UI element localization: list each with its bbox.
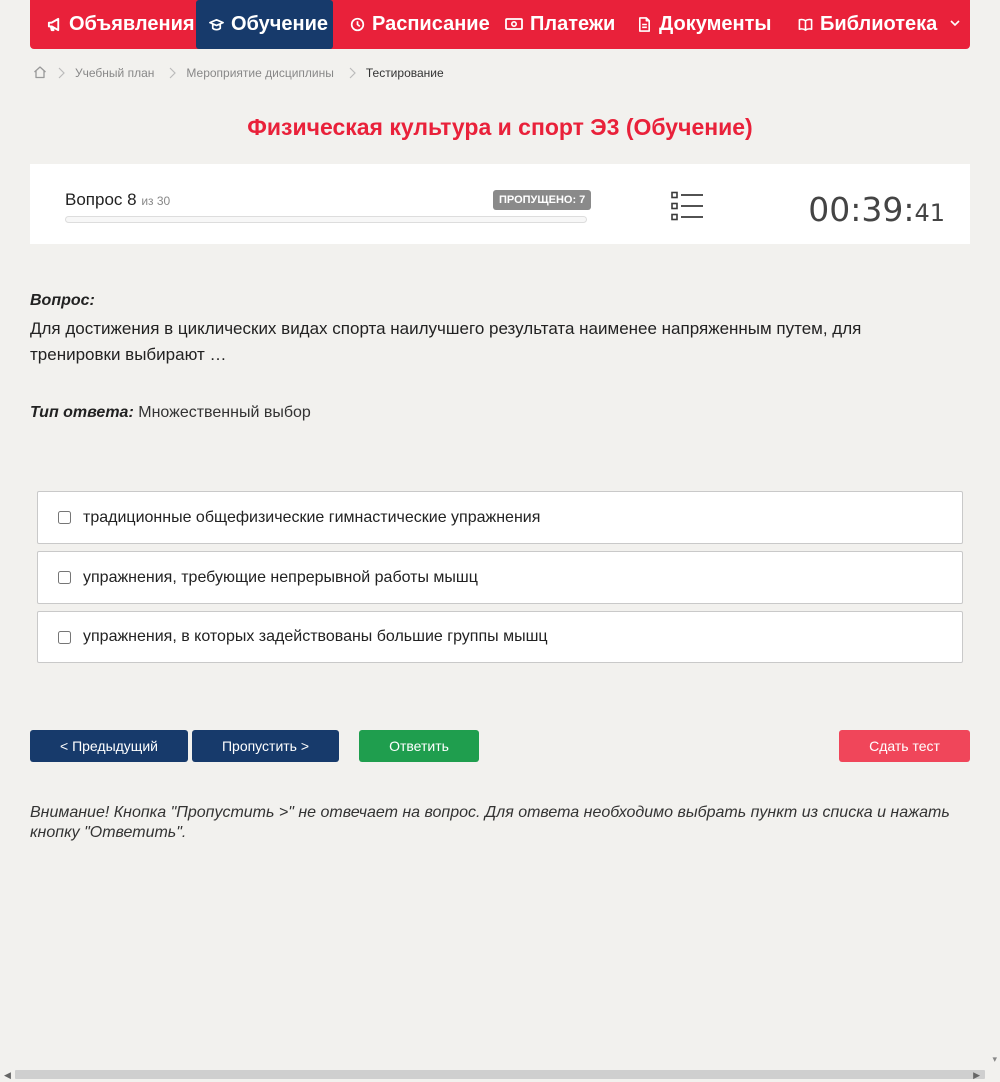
countdown-timer: 00:39:41: [808, 190, 945, 229]
scroll-down-arrow-icon[interactable]: ▾: [992, 1054, 997, 1065]
megaphone-icon: [47, 17, 62, 32]
nav-item-library[interactable]: Библиотека: [782, 0, 960, 49]
answer-option[interactable]: традиционные общефизические гимнастическ…: [37, 491, 963, 544]
breadcrumb: Учебный план Мероприятие дисциплины Тест…: [33, 64, 444, 82]
nav-item-label: Библиотека: [820, 13, 938, 35]
page-title: Физическая культура и спорт Э3 (Обучение…: [247, 114, 753, 140]
nav-item-payments[interactable]: Платежи: [488, 0, 620, 49]
timer-seconds: 41: [914, 199, 945, 227]
nav-item-label: Документы: [659, 13, 772, 35]
home-icon[interactable]: [33, 65, 47, 82]
nav-item-label: Объявления: [69, 13, 195, 35]
answer-option-label: упражнения, в которых задействованы боль…: [83, 628, 548, 645]
breadcrumb-item-testing: Тестирование: [365, 66, 444, 80]
money-icon: [505, 17, 523, 32]
clock-icon: [350, 17, 365, 32]
chevron-right-icon: [348, 67, 356, 79]
nav-item-label: Расписание: [372, 13, 490, 35]
question-total: из 30: [141, 194, 171, 208]
scroll-left-arrow-icon[interactable]: ◀: [4, 1071, 11, 1080]
chevron-right-icon: [168, 67, 177, 79]
breadcrumb-item-discipline-event[interactable]: Мероприятие дисциплины: [186, 66, 333, 80]
answer-type: Тип ответа: Множественный выбор: [30, 404, 311, 422]
main-nav: Объявления Обучение Расписание Платежи Д…: [30, 0, 970, 49]
nav-item-label: Платежи: [530, 13, 616, 35]
nav-item-label: Обучение: [231, 13, 329, 35]
graduation-cap-icon: [209, 17, 224, 32]
nav-item-education[interactable]: Обучение: [196, 0, 333, 49]
answer-option[interactable]: упражнения, требующие непрерывной работы…: [37, 551, 963, 604]
answer-checkbox[interactable]: [58, 630, 71, 644]
question-text: Для достижения в циклических видах спорт…: [30, 319, 862, 364]
answer-button[interactable]: Ответить: [359, 730, 479, 762]
submit-test-button[interactable]: Сдать тест: [839, 730, 970, 762]
timer-main: 00:39:: [808, 190, 915, 229]
document-icon: [637, 17, 652, 32]
breadcrumb-item-curriculum[interactable]: Учебный план: [75, 66, 154, 80]
nav-item-schedule[interactable]: Расписание: [333, 0, 490, 49]
chevron-right-icon: [57, 67, 65, 79]
question-counter: Вопрос 8 из 30: [65, 190, 170, 210]
list-icon[interactable]: [671, 191, 704, 226]
scroll-right-arrow-icon[interactable]: ▶: [973, 1071, 980, 1080]
question-label: Вопрос:: [30, 292, 95, 309]
scrollbar-thumb[interactable]: [15, 1070, 985, 1079]
nav-item-announcements[interactable]: Объявления: [30, 0, 196, 49]
answer-option-label: традиционные общефизические гимнастическ…: [83, 508, 541, 526]
answer-type-label: Тип ответа:: [30, 404, 134, 421]
skipped-badge: ПРОПУЩЕНО: 7: [493, 190, 592, 210]
previous-button[interactable]: < Предыдущий: [30, 730, 188, 762]
progress-card: Вопрос 8 из 30 ПРОПУЩЕНО: 7 00:39:41: [30, 164, 970, 244]
answer-checkbox[interactable]: [58, 571, 71, 584]
progress-bar: [65, 216, 587, 223]
answer-type-value: Множественный выбор: [138, 404, 311, 421]
warning-notice: Внимание! Кнопка "Пропустить >" не отвеч…: [30, 804, 950, 841]
horizontal-scrollbar[interactable]: ◀ ▶: [0, 1067, 1000, 1082]
answer-checkbox[interactable]: [58, 511, 71, 524]
nav-item-documents[interactable]: Документы: [620, 0, 782, 49]
skip-button[interactable]: Пропустить >: [192, 730, 339, 762]
question-number: Вопрос 8: [65, 190, 137, 209]
book-icon: [798, 17, 813, 32]
answer-option-label: упражнения, требующие непрерывной работы…: [83, 568, 478, 586]
answer-option[interactable]: упражнения, в которых задействованы боль…: [37, 611, 963, 663]
chevron-down-icon: [949, 17, 961, 32]
